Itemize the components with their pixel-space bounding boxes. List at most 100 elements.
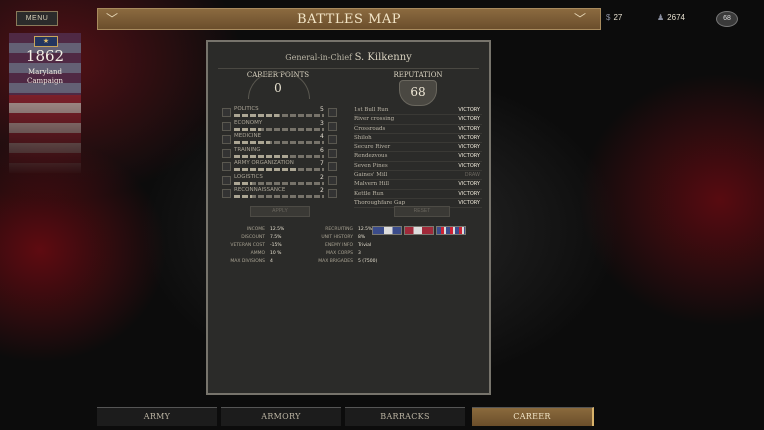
battles-list: 1st Bull Run VICTORY River crossing VICTO… <box>354 106 482 209</box>
stat-label: MAX BRIGADES <box>318 259 353 264</box>
battle-result: VICTORY <box>458 162 480 169</box>
skill-checkbox[interactable] <box>222 121 231 131</box>
battle-name: River crossing <box>354 116 395 123</box>
stat-value: 12.5% <box>270 227 285 232</box>
battle-row[interactable]: 1st Bull Run VICTORY <box>354 106 482 116</box>
battle-name: 1st Bull Run <box>354 107 389 113</box>
battle-name: Rendezvous <box>354 153 388 160</box>
skill-plus-button[interactable] <box>328 175 337 185</box>
skill-name: LOGISTICS <box>234 173 263 180</box>
skill-plus-button[interactable] <box>328 108 337 117</box>
dollar-icon: $ <box>606 13 611 22</box>
career-points: CAREER POINTS 0 <box>246 70 310 100</box>
reputation: REPUTATION 68 <box>393 70 443 106</box>
stat-row: MAX DIVISIONS 4 MAX BRIGADES 5 (7500) <box>218 258 488 266</box>
reset-button[interactable]: RESET <box>394 206 450 217</box>
battle-name: Kettle Run <box>354 190 384 197</box>
battle-row[interactable]: Crossroads VICTORY <box>354 125 482 134</box>
battle-name: Crossroads <box>354 125 386 132</box>
skill-value: 3 <box>320 119 324 127</box>
skill-row: TRAINING 6 <box>222 147 344 160</box>
apply-button[interactable]: APPLY <box>250 206 310 217</box>
skill-plus-button[interactable] <box>328 162 337 171</box>
money-value: 27 <box>613 13 623 22</box>
skill-checkbox[interactable] <box>222 175 231 185</box>
skills-list: POLITICS 5 ECONOMY 3 MEDICINE 4 TRAINING… <box>222 106 344 201</box>
campaign-year: 1862 <box>25 47 65 65</box>
battle-row[interactable]: Kettle Run VICTORY <box>354 190 482 199</box>
menu-button[interactable]: MENU <box>16 11 58 26</box>
star-icon: ★ <box>34 36 58 47</box>
battle-result: VICTORY <box>458 153 480 160</box>
battle-name: Malvern Hill <box>354 181 390 188</box>
money-display: $27 <box>606 13 622 22</box>
bottom-tabs: ARMY ARMORY BARRACKS CAREER <box>97 407 594 426</box>
battle-row[interactable]: Rendezvous VICTORY <box>354 152 482 162</box>
skill-value: 7 <box>320 160 324 167</box>
stats-table: INCOME 12.5% RECRUITING 12.5% DISCOUNT 7.… <box>218 226 488 266</box>
skill-checkbox[interactable] <box>222 108 231 117</box>
skill-checkbox[interactable] <box>222 189 231 198</box>
stat-value: 7.5% <box>270 235 282 240</box>
skill-plus-button[interactable] <box>328 121 337 131</box>
stat-label: VETERAN COST <box>230 243 265 248</box>
skill-bar <box>234 154 324 158</box>
page-title: BATTLES MAP <box>297 12 401 27</box>
battle-row[interactable]: Seven Pines VICTORY <box>354 162 482 172</box>
tab-army[interactable]: ARMY <box>97 407 217 426</box>
skill-plus-button[interactable] <box>328 189 337 198</box>
general-header: General-in-Chief S. Kilkenny <box>208 52 489 63</box>
stat-label: INCOME <box>246 227 265 232</box>
stat-value: Trivial <box>358 243 372 248</box>
skill-checkbox[interactable] <box>222 162 231 171</box>
stat-value: -15% <box>270 243 282 248</box>
skill-bar <box>234 141 324 144</box>
stat-row: INCOME 12.5% RECRUITING 12.5% <box>218 226 488 234</box>
battle-name: Gaines' Mill <box>354 172 388 179</box>
battle-row[interactable]: Shiloh VICTORY <box>354 134 482 144</box>
battle-result: VICTORY <box>458 125 480 132</box>
reputation-badge[interactable]: 68 <box>716 11 738 27</box>
stat-value: 10 % <box>270 251 282 256</box>
battle-row[interactable]: Malvern Hill VICTORY <box>354 180 482 190</box>
skill-plus-button[interactable] <box>328 148 337 158</box>
skill-value: 2 <box>320 187 324 194</box>
tab-barracks[interactable]: BARRACKS <box>345 407 465 426</box>
reputation-value: 68 <box>399 80 437 106</box>
chevron-down-icon[interactable]: ﹀ <box>574 13 592 25</box>
stat-row: VETERAN COST -15% ENEMY INFO Trivial <box>218 242 488 250</box>
stat-value: 12.5% <box>358 227 373 232</box>
stat-label: AMMO <box>250 251 265 256</box>
skill-value: 5 <box>320 106 324 113</box>
battle-result: VICTORY <box>458 190 480 197</box>
skill-row: POLITICS 5 <box>222 106 344 119</box>
campaign-name: Maryland Campaign <box>26 68 64 85</box>
battle-result: VICTORY <box>458 144 480 151</box>
stat-label: MAX CORPS <box>326 251 353 256</box>
battle-result: VICTORY <box>458 107 480 113</box>
tab-armory[interactable]: ARMORY <box>221 407 341 426</box>
skill-value: 6 <box>320 146 324 154</box>
battle-row[interactable]: Secure River VICTORY <box>354 143 482 153</box>
skill-bar <box>234 127 324 131</box>
battle-row[interactable]: Gaines' Mill DRAW <box>354 171 482 181</box>
skill-checkbox[interactable] <box>222 148 231 158</box>
tab-career[interactable]: CAREER <box>472 407 594 426</box>
skill-name: RECONNAISSANCE <box>234 187 286 193</box>
reputation-label: REPUTATION <box>393 71 443 79</box>
skill-row: RECONNAISSANCE 2 <box>222 187 344 200</box>
stat-row: DISCOUNT 7.5% UNIT HISTORY 8% <box>218 234 488 242</box>
stat-value: 3 <box>358 251 361 256</box>
battle-row[interactable]: River crossing VICTORY <box>354 115 482 125</box>
troops-display: ♟ 2674 <box>657 13 685 22</box>
skill-row: ARMY ORGANIZATION 7 <box>222 160 344 173</box>
skill-plus-button[interactable] <box>328 135 337 144</box>
skill-name: ARMY ORGANIZATION <box>234 160 294 166</box>
stat-label: MAX DIVISIONS <box>230 259 265 264</box>
skill-checkbox[interactable] <box>222 135 231 144</box>
battle-result: VICTORY <box>458 116 480 123</box>
stat-row: AMMO 10 % MAX CORPS 3 <box>218 250 488 258</box>
general-name: S. Kilkenny <box>354 52 412 63</box>
divider <box>218 68 479 69</box>
stat-label: RECRUITING <box>325 227 353 232</box>
